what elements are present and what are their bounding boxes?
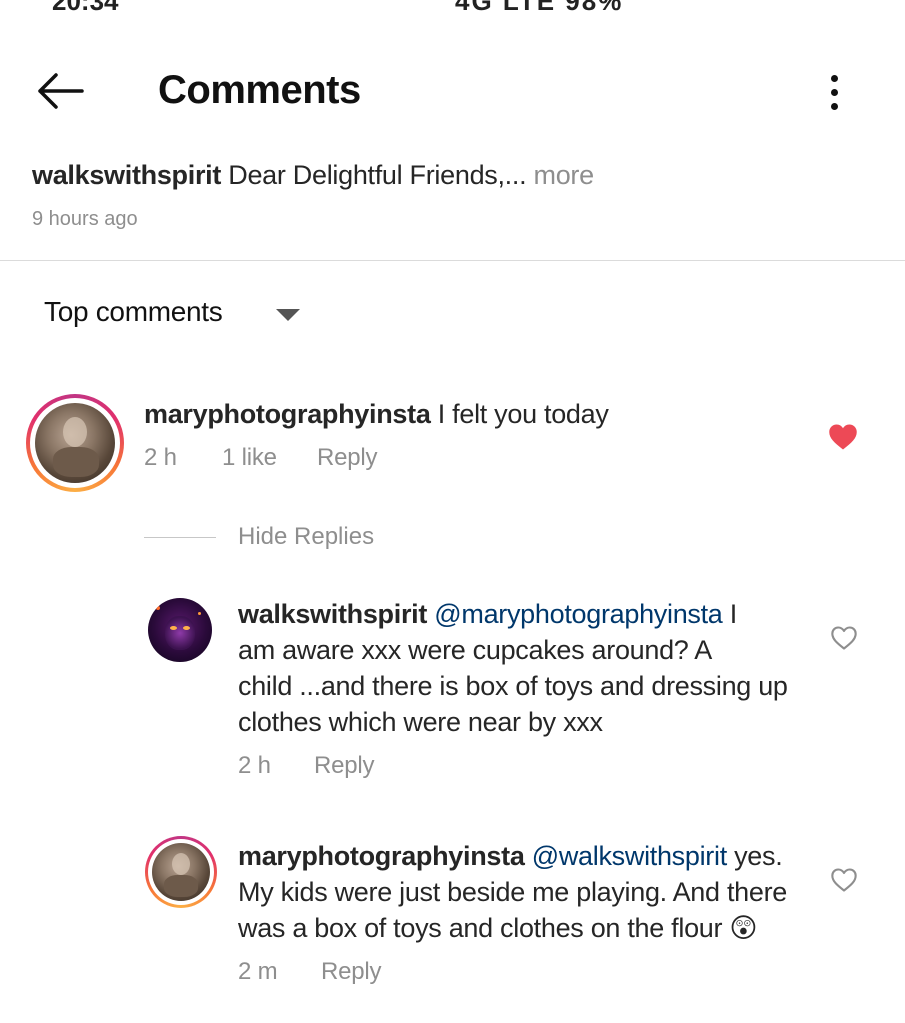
reply-line: was a box of toys and clothes on the flo… bbox=[238, 910, 838, 946]
caption-username[interactable]: walkswithspirit bbox=[32, 160, 221, 190]
reply-button[interactable]: Reply bbox=[317, 444, 378, 472]
hide-replies-button[interactable]: Hide Replies bbox=[238, 523, 374, 551]
arrow-left-icon bbox=[38, 73, 84, 109]
comment-meta: 2 h 1 like Reply bbox=[144, 444, 444, 474]
reply-username[interactable]: walkswithspirit bbox=[238, 599, 427, 629]
astonished-emoji: 😲 bbox=[729, 913, 758, 943]
status-indicators: 4G LTE 98% bbox=[455, 0, 624, 16]
reply-text: maryphotographyinsta @walkswithspirit ye… bbox=[238, 838, 838, 946]
heart-outline-icon bbox=[831, 626, 857, 650]
comment-time: 2 h bbox=[144, 444, 177, 471]
status-bar: 20:34 4G LTE 98% bbox=[0, 0, 905, 16]
avatar[interactable] bbox=[148, 598, 212, 662]
comment-likes[interactable]: 1 like bbox=[222, 444, 277, 472]
reply-line: child ...and there is box of toys and dr… bbox=[238, 671, 788, 701]
reply-button[interactable]: Reply bbox=[321, 958, 382, 986]
reply-line: My kids were just beside me playing. And… bbox=[238, 877, 787, 907]
reply-meta: 2 m Reply bbox=[238, 958, 438, 988]
reply-body: I bbox=[722, 599, 738, 629]
reply-line: walkswithspirit @maryphotographyinsta I bbox=[238, 596, 838, 632]
comment-text: maryphotographyinsta I felt you today bbox=[144, 396, 609, 432]
page-title: Comments bbox=[158, 68, 361, 112]
like-button[interactable] bbox=[828, 423, 858, 456]
like-button[interactable] bbox=[830, 625, 858, 656]
reply-time: 2 m bbox=[238, 958, 278, 985]
avatar[interactable] bbox=[26, 394, 124, 492]
comment-body: I felt you today bbox=[430, 399, 609, 429]
reply-line: maryphotographyinsta @walkswithspirit ye… bbox=[238, 838, 838, 874]
like-button[interactable] bbox=[830, 867, 858, 898]
avatar[interactable] bbox=[145, 836, 217, 908]
post-caption: walkswithspirit Dear Delightful Friends,… bbox=[32, 160, 594, 191]
reply-line: clothes which were near by xxx bbox=[238, 707, 603, 737]
avatar-photo bbox=[35, 403, 115, 483]
sort-dropdown-label[interactable]: Top comments bbox=[44, 296, 223, 328]
reply-body: yes. bbox=[726, 841, 783, 871]
reply-time: 2 h bbox=[238, 752, 271, 779]
reply-username[interactable]: maryphotographyinsta bbox=[238, 841, 525, 871]
caption-timestamp: 9 hours ago bbox=[32, 208, 138, 230]
caption-more-link[interactable]: more bbox=[526, 160, 594, 190]
divider bbox=[144, 537, 216, 538]
back-button[interactable] bbox=[30, 66, 90, 116]
avatar-photo bbox=[152, 843, 210, 901]
comment-username[interactable]: maryphotographyinsta bbox=[144, 399, 431, 429]
reply-meta: 2 h Reply bbox=[238, 752, 438, 782]
reply-button[interactable]: Reply bbox=[314, 752, 375, 780]
reply-line: am aware xxx were cupcakes around? A bbox=[238, 635, 712, 665]
reply-body: was a box of toys and clothes on the flo… bbox=[238, 913, 723, 943]
reply-mention[interactable]: @maryphotographyinsta bbox=[427, 599, 723, 629]
caption-text: Dear Delightful Friends,... bbox=[221, 160, 527, 190]
more-options-button[interactable] bbox=[818, 70, 852, 114]
reply-text: walkswithspirit @maryphotographyinsta I … bbox=[238, 596, 838, 740]
caret-down-icon[interactable] bbox=[276, 309, 300, 321]
divider bbox=[0, 260, 905, 261]
heart-filled-icon bbox=[829, 424, 857, 450]
status-time: 20:34 bbox=[52, 0, 119, 16]
heart-outline-icon bbox=[831, 868, 857, 892]
reply-mention[interactable]: @walkswithspirit bbox=[525, 841, 727, 871]
